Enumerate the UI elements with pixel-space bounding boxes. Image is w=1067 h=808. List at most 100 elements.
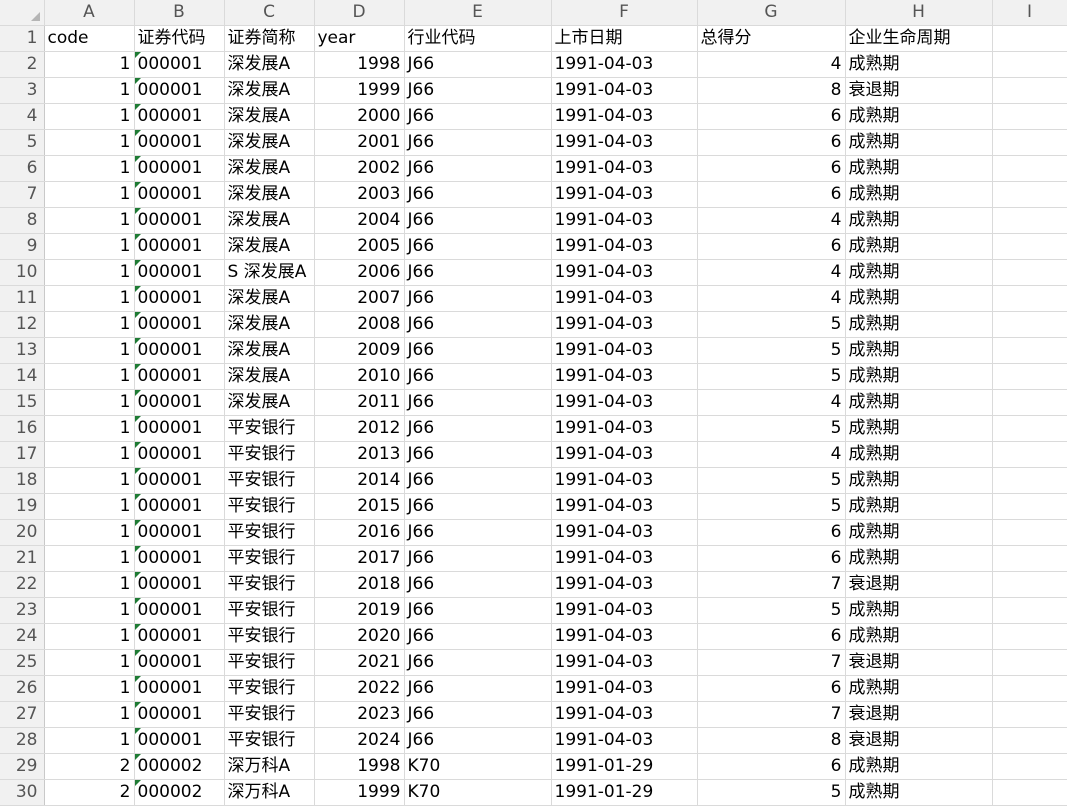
cell[interactable]: J66	[404, 77, 552, 104]
cell[interactable]: 企业生命周期	[845, 25, 993, 52]
cell[interactable]: 1999	[314, 77, 405, 104]
cell[interactable]: 5	[697, 337, 846, 364]
cell[interactable]: 2006	[314, 259, 405, 286]
cell[interactable]	[992, 389, 1067, 416]
cell[interactable]: 平安银行	[224, 415, 315, 442]
cell[interactable]: 成熟期	[845, 441, 993, 468]
cell[interactable]: 2005	[314, 233, 405, 260]
cell[interactable]	[992, 649, 1067, 676]
cell[interactable]: 000001	[134, 389, 225, 416]
cell[interactable]: 深发展A	[224, 51, 315, 78]
cell[interactable]: 1	[44, 571, 135, 598]
cell[interactable]: J66	[404, 623, 552, 650]
cell[interactable]: 6	[697, 753, 846, 780]
cell[interactable]: J66	[404, 727, 552, 754]
cell[interactable]: 000001	[134, 233, 225, 260]
row-header[interactable]: 4	[0, 103, 45, 130]
cell[interactable]: J66	[404, 441, 552, 468]
cell[interactable]	[992, 701, 1067, 728]
cell[interactable]: 成熟期	[845, 129, 993, 156]
row-header[interactable]: 16	[0, 415, 45, 442]
cell[interactable]: J66	[404, 363, 552, 390]
cell[interactable]: 000001	[134, 285, 225, 312]
cell[interactable]: 1991-04-03	[551, 571, 698, 598]
cell[interactable]	[992, 467, 1067, 494]
cell[interactable]: 000002	[134, 779, 225, 806]
row-header[interactable]: 18	[0, 467, 45, 494]
cell[interactable]: J66	[404, 545, 552, 572]
cell[interactable]: 000001	[134, 155, 225, 182]
cell[interactable]: 000001	[134, 51, 225, 78]
cell[interactable]: 成熟期	[845, 363, 993, 390]
cell[interactable]: 5	[697, 779, 846, 806]
cell[interactable]: 2011	[314, 389, 405, 416]
cell[interactable]: 深发展A	[224, 181, 315, 208]
cell[interactable]: 2004	[314, 207, 405, 234]
cell[interactable]: 000001	[134, 727, 225, 754]
cell[interactable]	[992, 51, 1067, 78]
cell[interactable]: 6	[697, 519, 846, 546]
cell[interactable]: 5	[697, 597, 846, 624]
cell[interactable]: 成熟期	[845, 51, 993, 78]
cell[interactable]: 成熟期	[845, 207, 993, 234]
row-header[interactable]: 23	[0, 597, 45, 624]
cell[interactable]: 深万科A	[224, 779, 315, 806]
cell[interactable]: 平安银行	[224, 649, 315, 676]
cell[interactable]: 7	[697, 571, 846, 598]
cell[interactable]: 1991-04-03	[551, 675, 698, 702]
cell[interactable]: 平安银行	[224, 701, 315, 728]
cell[interactable]: 成熟期	[845, 155, 993, 182]
cell[interactable]: 2017	[314, 545, 405, 572]
cell[interactable]: 000001	[134, 363, 225, 390]
cell[interactable]: 000001	[134, 597, 225, 624]
cell[interactable]: 深发展A	[224, 311, 315, 338]
cell[interactable]: 1	[44, 51, 135, 78]
cell[interactable]: S 深发展A	[224, 259, 315, 286]
select-all-corner[interactable]	[0, 0, 45, 26]
cell[interactable]: 1	[44, 701, 135, 728]
cell[interactable]: 衰退期	[845, 649, 993, 676]
cell[interactable]: 000001	[134, 623, 225, 650]
cell[interactable]: 1	[44, 493, 135, 520]
cell[interactable]: 1	[44, 675, 135, 702]
cell[interactable]: 平安银行	[224, 597, 315, 624]
cell[interactable]: K70	[404, 753, 552, 780]
cell[interactable]: 1991-04-03	[551, 259, 698, 286]
cell[interactable]: J66	[404, 233, 552, 260]
cell[interactable]: 6	[697, 623, 846, 650]
cell[interactable]: 2010	[314, 363, 405, 390]
row-header[interactable]: 5	[0, 129, 45, 156]
cell[interactable]: 6	[697, 181, 846, 208]
cell[interactable]: J66	[404, 285, 552, 312]
cell[interactable]: 衰退期	[845, 571, 993, 598]
cell[interactable]: J66	[404, 675, 552, 702]
cell[interactable]	[992, 129, 1067, 156]
cell[interactable]: 1991-01-29	[551, 779, 698, 806]
cell[interactable]	[992, 571, 1067, 598]
cell[interactable]: 平安银行	[224, 675, 315, 702]
cell[interactable]: 1991-04-03	[551, 545, 698, 572]
cell[interactable]	[992, 77, 1067, 104]
cell[interactable]: 4	[697, 207, 846, 234]
row-header[interactable]: 12	[0, 311, 45, 338]
cell[interactable]: 1991-04-03	[551, 155, 698, 182]
cell[interactable]: 1991-04-03	[551, 103, 698, 130]
row-header[interactable]: 14	[0, 363, 45, 390]
cell[interactable]: 000001	[134, 675, 225, 702]
cell[interactable]: 成熟期	[845, 779, 993, 806]
cell[interactable]: 1	[44, 415, 135, 442]
cell[interactable]: 深发展A	[224, 207, 315, 234]
cell[interactable]: 成熟期	[845, 181, 993, 208]
cell[interactable]: 1	[44, 441, 135, 468]
cell[interactable]: 成熟期	[845, 415, 993, 442]
cell[interactable]: 000001	[134, 649, 225, 676]
cell[interactable]: 平安银行	[224, 727, 315, 754]
cell[interactable]: 1991-04-03	[551, 727, 698, 754]
cell[interactable]: 2023	[314, 701, 405, 728]
cell[interactable]: 1991-04-03	[551, 467, 698, 494]
cell[interactable]: 1	[44, 77, 135, 104]
cell[interactable]: 000001	[134, 493, 225, 520]
cell[interactable]: 1991-04-03	[551, 51, 698, 78]
cell[interactable]: 深发展A	[224, 77, 315, 104]
cell[interactable]: 2009	[314, 337, 405, 364]
